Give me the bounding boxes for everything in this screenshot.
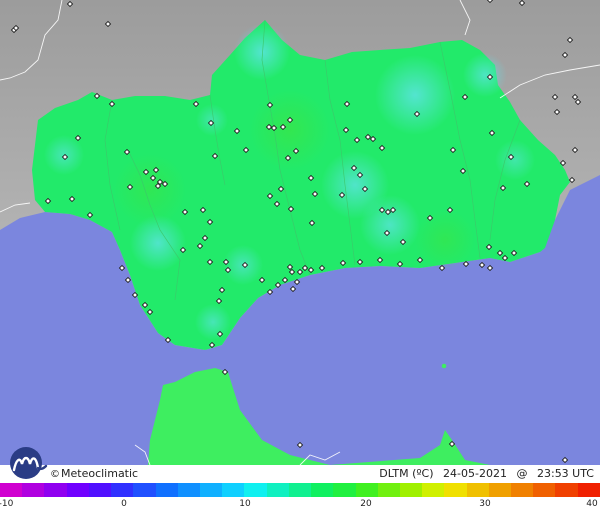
scale-cell	[466, 483, 489, 497]
time-label: 23:53 UTC	[536, 467, 594, 480]
scale-tick: 0	[121, 499, 127, 509]
scale-cell	[311, 483, 334, 497]
scale-cell	[133, 483, 156, 497]
scale-cell	[266, 483, 289, 497]
scale-cell	[399, 483, 423, 497]
color-scale-bar	[0, 483, 600, 497]
scale-cell	[222, 483, 245, 497]
color-scale-labels: -10 0 10 20 30 40	[0, 498, 600, 514]
map-timestamp: DLTM (ºC) 24-05-2021 @ 23:53 UTC	[373, 467, 594, 480]
variable-label: DLTM (ºC)	[379, 467, 434, 480]
temperature-map	[0, 0, 600, 466]
alboran-island	[441, 363, 447, 369]
scale-tick: 40	[586, 499, 598, 509]
scale-cell	[333, 483, 356, 497]
scale-tick: 20	[360, 499, 372, 509]
scale-cell	[377, 483, 400, 497]
scale-tick: 10	[239, 499, 251, 509]
scale-cell	[22, 483, 45, 497]
scale-cell	[355, 483, 378, 497]
scale-cell	[288, 483, 312, 497]
scale-cell	[577, 483, 600, 497]
at-symbol: @	[516, 467, 528, 480]
copyright-symbol: ©	[50, 469, 60, 480]
credit-label: ©Meteoclimatic	[50, 467, 138, 480]
scale-cell	[488, 483, 512, 497]
scale-cell	[66, 483, 89, 497]
scale-cell	[44, 483, 67, 497]
scale-cell	[0, 483, 23, 497]
scale-cell	[177, 483, 200, 497]
scale-cell	[422, 483, 445, 497]
scale-cell	[111, 483, 134, 497]
scale-cell	[555, 483, 578, 497]
brand-name: Meteoclimatic	[61, 467, 139, 480]
date-label: 24-05-2021	[443, 467, 507, 480]
scale-cell	[244, 483, 267, 497]
scale-cell	[199, 483, 223, 497]
scale-cell	[533, 483, 556, 497]
scale-cell	[88, 483, 112, 497]
scale-tick: 30	[479, 499, 491, 509]
scale-cell	[511, 483, 534, 497]
scale-tick: -10	[0, 499, 14, 509]
meteoclimatic-logo	[10, 447, 48, 479]
scale-cell	[444, 483, 467, 497]
map-canvas: ©Meteoclimatic DLTM (ºC) 24-05-2021 @ 23…	[0, 0, 600, 517]
scale-cell	[155, 483, 178, 497]
